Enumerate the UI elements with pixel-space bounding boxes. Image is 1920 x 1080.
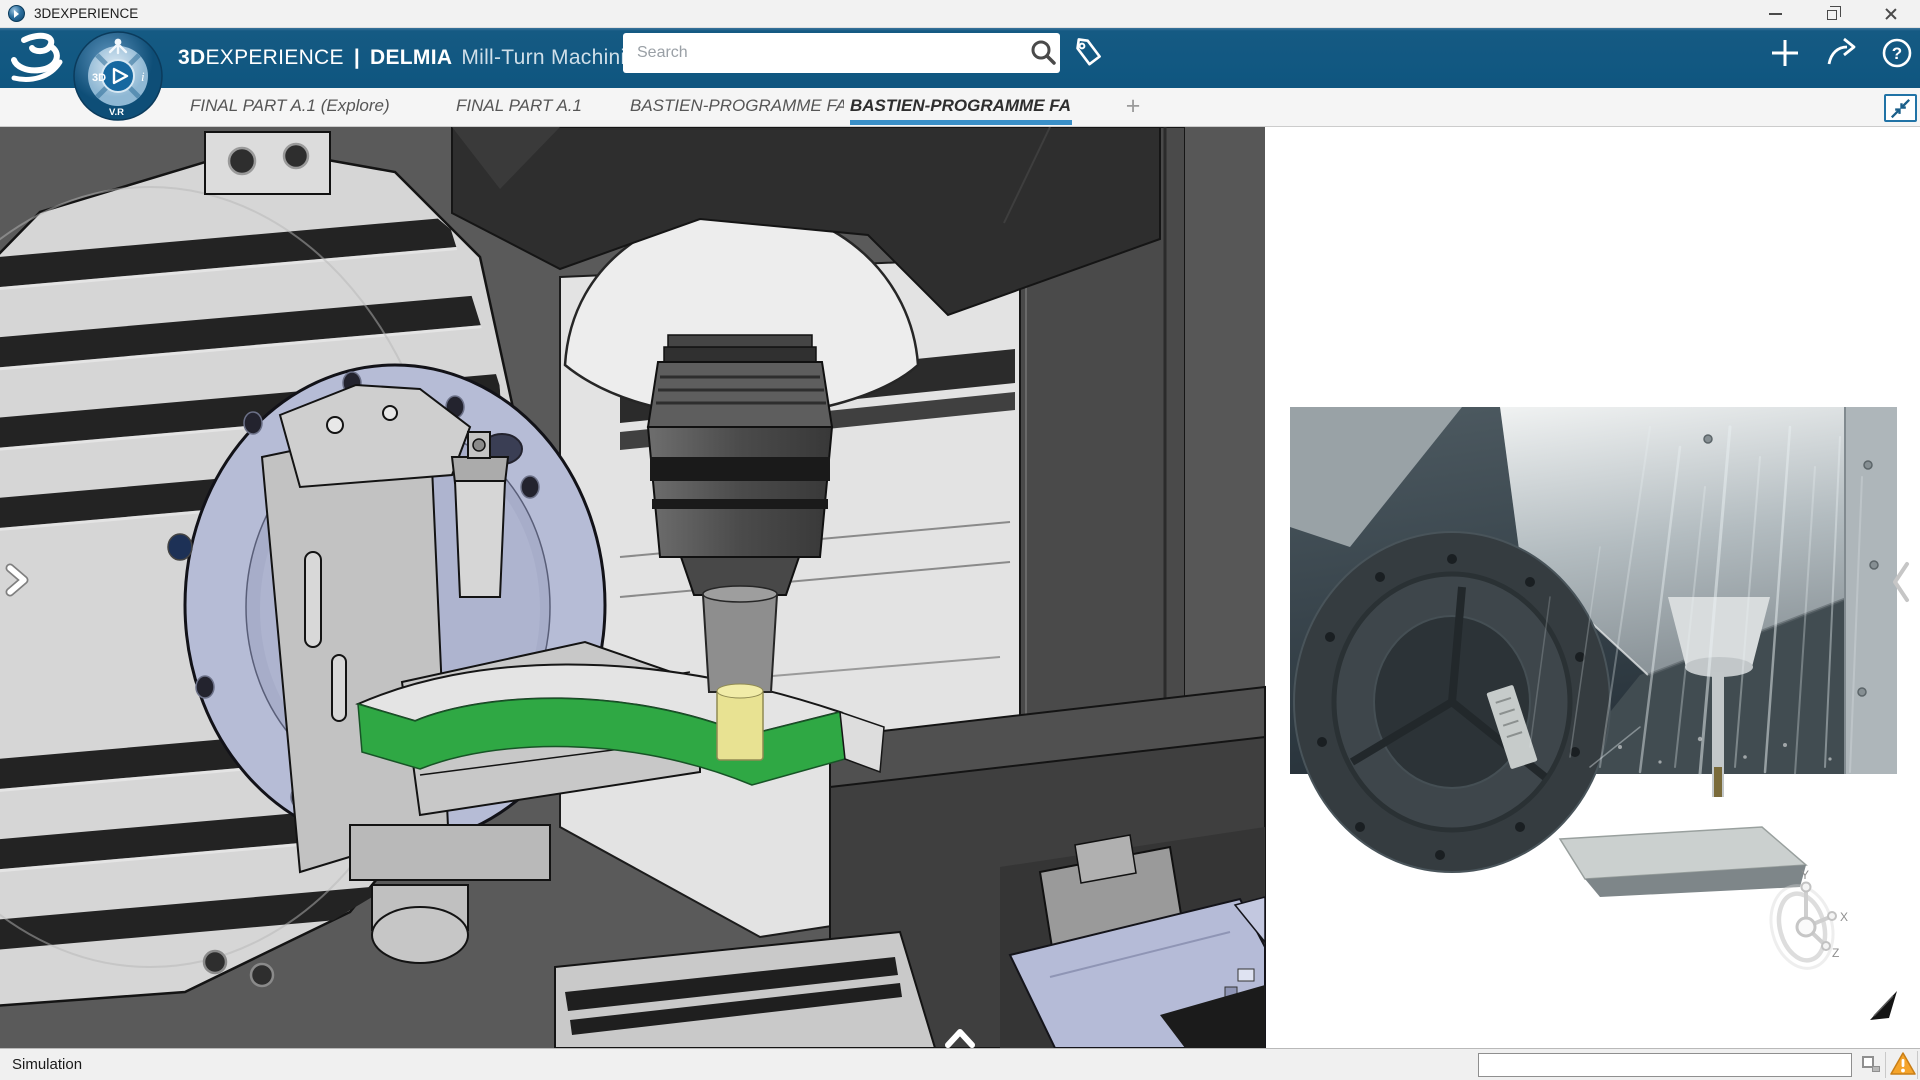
brand-app: DELMIA — [370, 46, 453, 69]
window-title: 3DEXPERIENCE — [34, 6, 139, 21]
tab-label: BASTIEN-PROGRAMME FA — [850, 96, 1071, 115]
tab-label: BASTIEN-PROGRAMME FAO — [630, 96, 844, 115]
brand-3d: 3D — [178, 46, 206, 69]
tag-icon — [1076, 38, 1101, 66]
axis-x-label: X — [1840, 910, 1848, 924]
compass-3d-label[interactable]: 3D — [92, 72, 106, 84]
compass-vr-label[interactable]: V.R — [109, 107, 124, 118]
status-bar: Simulation — [0, 1048, 1920, 1080]
axis-z-label: Z — [1832, 946, 1839, 960]
close-icon — [1884, 7, 1898, 21]
module-name: Mill-Turn Machining — [461, 46, 650, 69]
add-button[interactable] — [1768, 36, 1802, 70]
share-icon — [1827, 37, 1856, 65]
search-icon[interactable] — [1026, 36, 1060, 70]
window-square-small — [1872, 1065, 1880, 1072]
application-title: 3D EXPERIENCE | DELMIA Mill-Turn Machining — [178, 28, 649, 88]
warning-button[interactable] — [1888, 1050, 1918, 1079]
warning-icon — [1889, 1051, 1916, 1075]
new-tab-button[interactable]: + — [1118, 90, 1148, 122]
help-button[interactable]: ? — [1880, 36, 1914, 70]
dassault-3ds-logo[interactable] — [10, 32, 68, 84]
axis-y-label: Y — [1801, 868, 1809, 882]
restore-button[interactable] — [1804, 0, 1862, 27]
compass-info-label[interactable]: i — [141, 69, 145, 84]
tool-tip-yellow — [716, 689, 764, 761]
tag-button[interactable] — [1072, 36, 1106, 70]
collapse-viewport-button[interactable] — [1884, 94, 1917, 122]
command-input[interactable] — [1478, 1052, 1852, 1077]
close-button[interactable] — [1862, 0, 1920, 27]
collapse-arrows-icon — [1890, 99, 1911, 119]
brand-separator: | — [353, 46, 361, 69]
3d-viewport[interactable]: Y X Z — [0, 127, 1920, 1048]
compass[interactable]: 3D i V.R — [73, 30, 163, 122]
tab-final-part[interactable]: FINAL PART A.1 — [456, 88, 606, 126]
tab-final-part-explore[interactable]: FINAL PART A.1 (Explore) — [190, 88, 450, 126]
minimize-icon — [1769, 12, 1782, 15]
status-mode-label: Simulation — [12, 1056, 83, 1073]
search-input[interactable] — [623, 44, 1026, 62]
search-box[interactable] — [623, 33, 1060, 73]
overlap-windows-icon[interactable] — [1858, 1051, 1886, 1078]
brand-experience: EXPERIENCE — [205, 46, 344, 69]
app-header: 3D EXPERIENCE | DELMIA Mill-Turn Machining — [0, 28, 1920, 88]
help-icon: ? — [1882, 38, 1912, 68]
minimize-button[interactable] — [1746, 0, 1804, 27]
tab-bar: FINAL PART A.1 (Explore) FINAL PART A.1 … — [0, 88, 1920, 127]
tab-bastien-programme-1[interactable]: BASTIEN-PROGRAMME FAO — [630, 88, 844, 126]
tab-label: FINAL PART A.1 — [456, 96, 582, 115]
add-icon — [1772, 40, 1798, 66]
app-icon — [8, 5, 25, 22]
svg-text:?: ? — [1892, 44, 1902, 63]
window-titlebar: 3DEXPERIENCE — [0, 0, 1920, 28]
tab-label: FINAL PART A.1 (Explore) — [190, 96, 390, 115]
restore-icon — [1827, 5, 1841, 20]
share-button[interactable] — [1824, 36, 1858, 70]
tab-bastien-programme-2[interactable]: BASTIEN-PROGRAMME FA — [850, 88, 1072, 126]
